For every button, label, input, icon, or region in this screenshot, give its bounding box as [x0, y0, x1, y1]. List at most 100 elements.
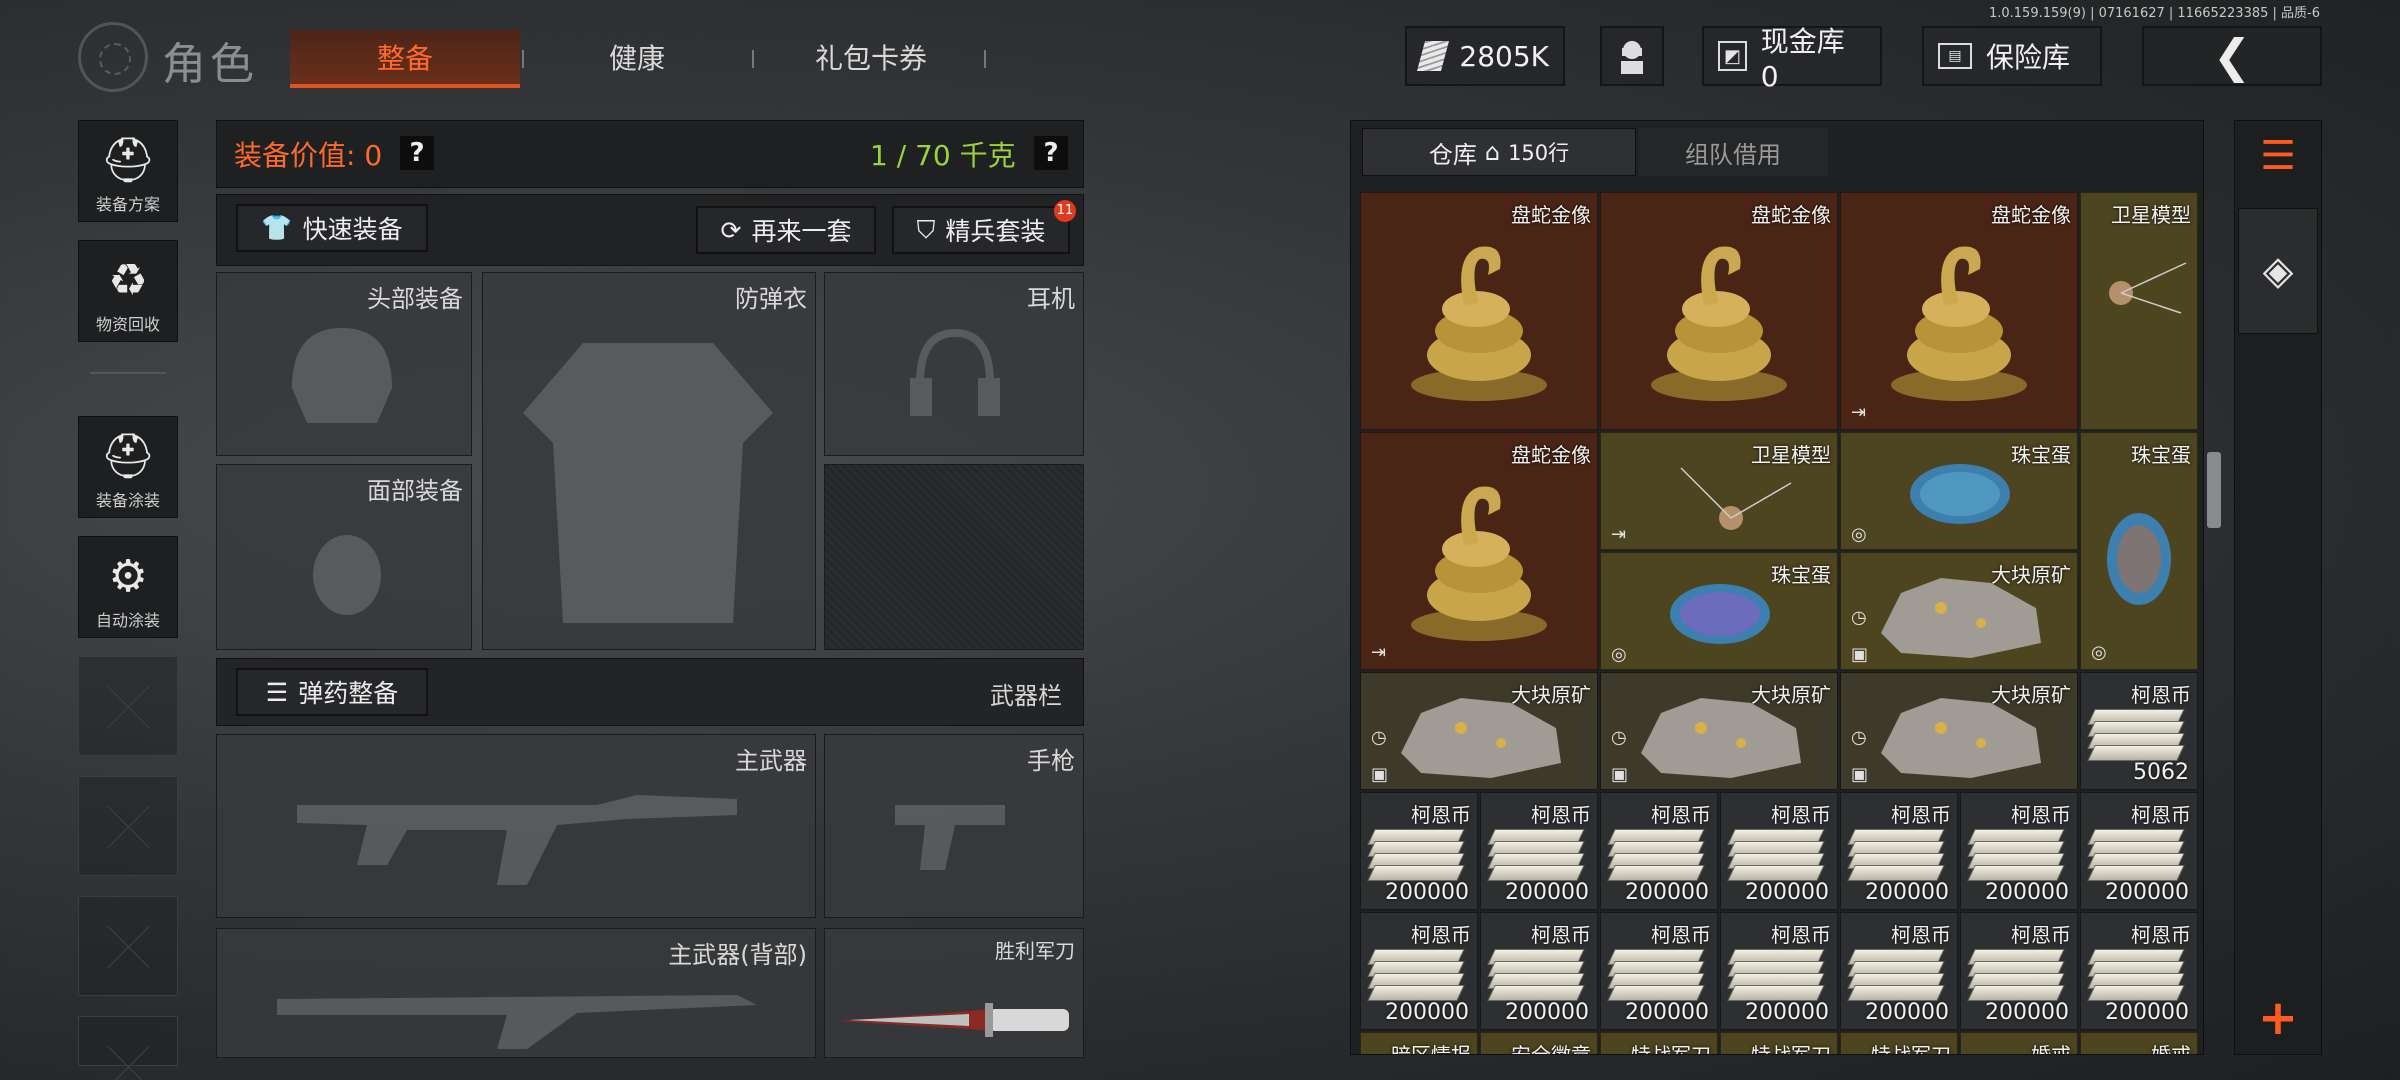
slot-label: 主武器: [735, 747, 807, 775]
clock-tag-icon: ◷: [1371, 727, 1387, 748]
sort-stack-button[interactable]: ☰: [2238, 116, 2318, 196]
golden-snake-statue-icon: [1651, 246, 1787, 402]
item-koen-coin[interactable]: 柯恩币 200000: [1480, 912, 1598, 1030]
item-koen-coin[interactable]: 柯恩币 200000: [2080, 792, 2198, 910]
slot-label: 胜利军刀: [995, 939, 1075, 963]
warehouse-capacity: 150行: [1508, 141, 1570, 165]
item-partial[interactable]: 特战军刀: [1840, 1032, 1958, 1054]
quick-equip-button[interactable]: 👕 快速装备: [236, 204, 428, 252]
item-koen-coin[interactable]: 柯恩币 200000: [1360, 912, 1478, 1030]
item-partial[interactable]: 特战军刀: [1600, 1032, 1718, 1054]
item-koen-coin[interactable]: 柯恩币 200000: [2080, 912, 2198, 1030]
item-golden-snake[interactable]: 盘蛇金像: [1360, 192, 1598, 430]
cash-display[interactable]: 2805K: [1405, 26, 1565, 86]
sidebar-item-label: 自动涂装: [95, 611, 160, 630]
item-jewel-egg[interactable]: 珠宝蛋 ◎: [1600, 552, 1838, 670]
helmet-icon: ⛑: [100, 135, 156, 186]
box-tag-icon: ▣: [1371, 764, 1389, 785]
elite-set-button[interactable]: ⛉ 精兵套装: [892, 206, 1070, 254]
item-satellite-model[interactable]: 卫星模型: [2080, 192, 2198, 430]
sidebar-item-label: 装备方案: [95, 195, 160, 214]
slot-label: 耳机: [1027, 285, 1075, 313]
help-icon[interactable]: ?: [1034, 136, 1068, 170]
help-icon[interactable]: ?: [400, 136, 434, 170]
tab-gift-coupons[interactable]: 礼包卡券: [756, 30, 986, 88]
slot-body-armor[interactable]: 防弹衣: [482, 272, 816, 650]
empty-slot: [78, 656, 178, 756]
ore-icon: [1401, 698, 1561, 778]
support-button[interactable]: [1600, 26, 1664, 86]
tab-team-borrow-label: 组队借用: [1685, 140, 1781, 169]
item-quantity: 200000: [1745, 1000, 1829, 1025]
item-large-ore[interactable]: 大块原矿 ◷ ▣: [1360, 672, 1598, 790]
slot-headset[interactable]: 耳机: [824, 272, 1084, 456]
sidebar-item-recycle[interactable]: ♻ 物资回收: [78, 240, 178, 342]
item-large-ore[interactable]: 大块原矿 ◷ ▣: [1600, 672, 1838, 790]
item-name: 盘蛇金像: [1511, 203, 1591, 227]
item-name: 柯恩币: [1411, 803, 1471, 827]
add-button[interactable]: +: [2238, 978, 2318, 1058]
item-koen-coin[interactable]: 柯恩币 200000: [1600, 912, 1718, 1030]
ammo-icon: ☰: [265, 677, 289, 707]
slot-melee[interactable]: 胜利军刀: [824, 928, 1084, 1058]
tab-equip[interactable]: 整备: [290, 30, 520, 88]
item-partial[interactable]: 婚戒: [1960, 1032, 2078, 1054]
slot-pistol[interactable]: 手枪: [824, 734, 1084, 918]
clock-tag-icon: ◷: [1851, 607, 1867, 628]
version-text: 1.0.159.159(9) | 07161627 | 11665223385 …: [1988, 6, 2320, 21]
item-partial[interactable]: 安全徽章: [1480, 1032, 1598, 1054]
safe-box-button[interactable]: ▤ 保险库: [1922, 26, 2102, 86]
ammo-prep-button[interactable]: ☰ 弹药整备: [236, 668, 428, 716]
item-koen-coin[interactable]: 柯恩币 5062: [2080, 672, 2198, 790]
support-agent-icon: [1610, 34, 1654, 78]
item-koen-coin[interactable]: 柯恩币 200000: [1720, 912, 1838, 1030]
item-quantity: 200000: [1865, 880, 1949, 905]
item-partial[interactable]: 特战军刀: [1720, 1032, 1838, 1054]
slot-primary-weapon[interactable]: 主武器: [216, 734, 816, 918]
layer-stash-button[interactable]: ◈: [2238, 208, 2318, 334]
clock-tag-icon: ◷: [1851, 727, 1867, 748]
item-koen-coin[interactable]: 柯恩币 200000: [1960, 912, 2078, 1030]
tab-health[interactable]: 健康: [522, 30, 752, 88]
tab-divider: [752, 50, 754, 68]
item-jewel-egg[interactable]: 珠宝蛋 ◎: [2080, 432, 2198, 670]
vault-icon: ◩: [1718, 41, 1747, 71]
item-koen-coin[interactable]: 柯恩币 200000: [1960, 792, 2078, 910]
paint-helmet-icon: ⛑: [100, 431, 156, 482]
slot-face[interactable]: 面部装备: [216, 464, 472, 650]
empty-slot: [78, 776, 178, 876]
item-quantity: 200000: [1505, 1000, 1589, 1025]
item-large-ore[interactable]: 大块原矿 ◷ ▣: [1840, 552, 2078, 670]
slot-label: 头部装备: [367, 285, 463, 313]
item-quantity: 200000: [1985, 1000, 2069, 1025]
back-button[interactable]: ❮: [2142, 26, 2322, 86]
sidebar-item-equip-plan[interactable]: ⛑ 装备方案: [78, 120, 178, 222]
empty-slot: [78, 1016, 178, 1066]
item-name: 暗区情报: [1391, 1039, 1471, 1054]
tab-warehouse[interactable]: 仓库 ⌂ 150行: [1362, 128, 1636, 176]
item-koen-coin[interactable]: 柯恩币 200000: [1600, 792, 1718, 910]
item-jewel-egg[interactable]: 珠宝蛋 ◎: [1840, 432, 2078, 550]
tab-team-borrow[interactable]: 组队借用: [1638, 128, 1828, 176]
slot-primary-weapon-back[interactable]: 主武器(背部): [216, 928, 816, 1058]
item-large-ore[interactable]: 大块原矿 ◷ ▣: [1840, 672, 2078, 790]
item-koen-coin[interactable]: 柯恩币 200000: [1360, 792, 1478, 910]
sidebar-item-auto-paint[interactable]: ⚙ 自动涂装: [78, 536, 178, 638]
slot-head[interactable]: 头部装备: [216, 272, 472, 456]
item-golden-snake[interactable]: 盘蛇金像: [1600, 192, 1838, 430]
item-satellite-model[interactable]: 卫星模型 ⇥: [1600, 432, 1838, 550]
item-name: 珠宝蛋: [2131, 443, 2191, 467]
item-golden-snake[interactable]: 盘蛇金像 ⇥: [1840, 192, 2078, 430]
item-koen-coin[interactable]: 柯恩币 200000: [1720, 792, 1838, 910]
item-partial[interactable]: 婚戒: [2080, 1032, 2198, 1054]
item-partial[interactable]: 暗区情报: [1360, 1032, 1478, 1054]
warehouse-scrollbar[interactable]: [2207, 452, 2221, 528]
item-golden-snake[interactable]: 盘蛇金像 ⇥: [1360, 432, 1598, 670]
item-name: 婚戒: [2151, 1039, 2191, 1054]
item-koen-coin[interactable]: 柯恩币 200000: [1840, 792, 1958, 910]
sidebar-item-paint[interactable]: ⛑ 装备涂装: [78, 416, 178, 518]
item-koen-coin[interactable]: 柯恩币 200000: [1840, 912, 1958, 1030]
item-koen-coin[interactable]: 柯恩币 200000: [1480, 792, 1598, 910]
cash-vault-button[interactable]: ◩ 现金库 0: [1702, 25, 1882, 93]
redo-set-button[interactable]: ⟳ 再来一套: [696, 206, 876, 254]
